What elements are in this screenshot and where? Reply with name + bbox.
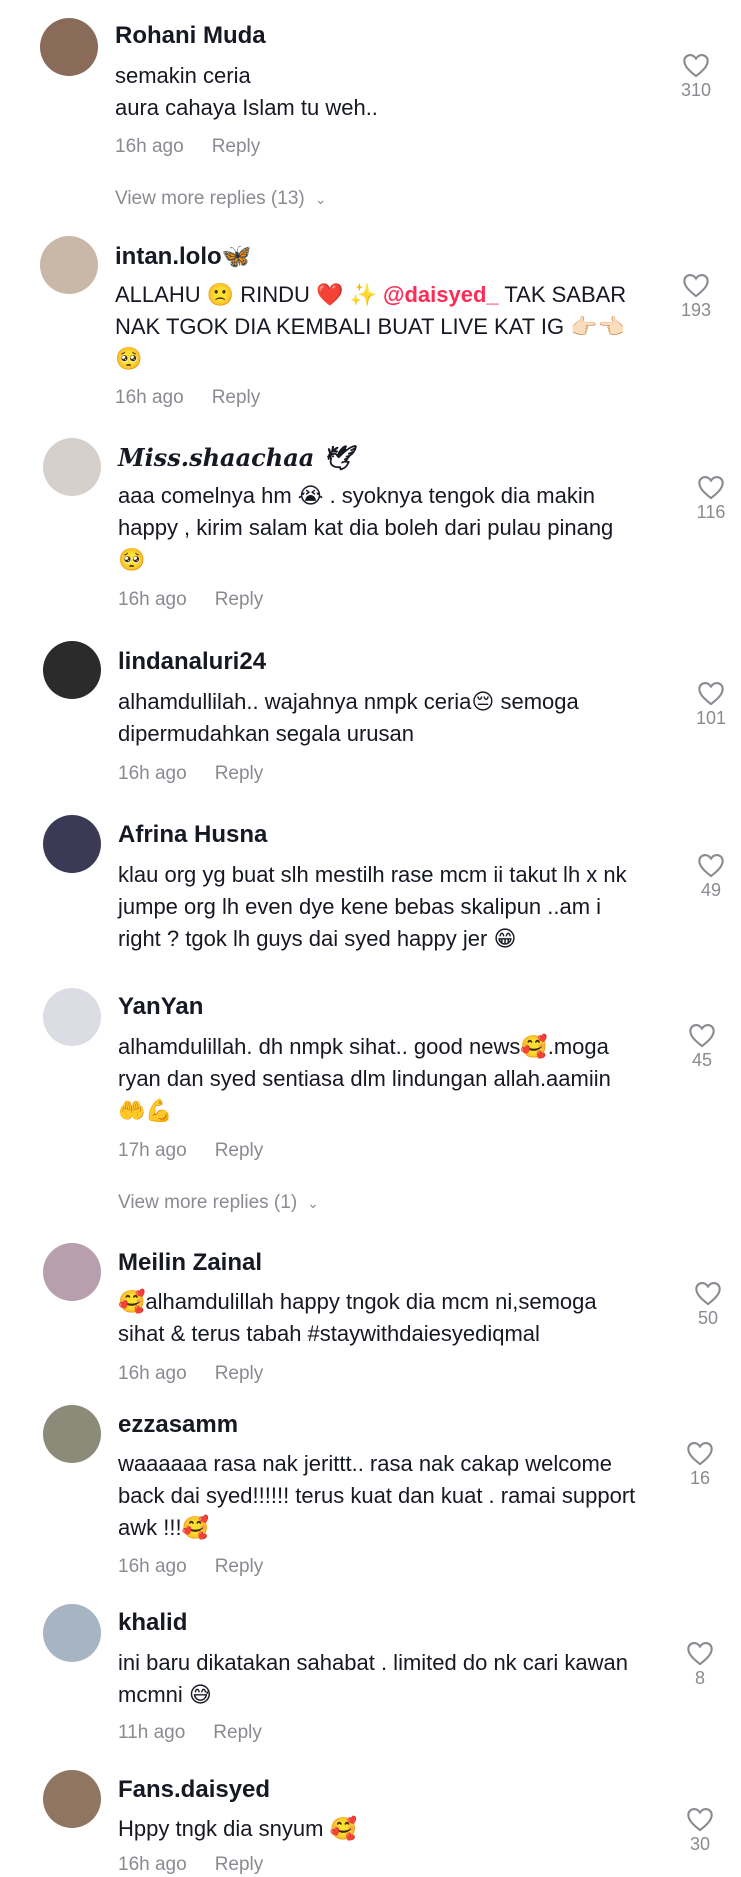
like-count: 8: [694, 1668, 705, 1688]
heart-icon: [687, 1808, 713, 1832]
reply-button[interactable]: Reply: [212, 136, 261, 157]
comment-meta: 16h ago Reply: [115, 136, 260, 158]
comment-text: aaa comelnya hm 😭 . syoknya tengok dia m…: [118, 483, 614, 572]
avatar[interactable]: [43, 1770, 101, 1828]
avatar[interactable]: [43, 1243, 101, 1301]
like-count: 310: [680, 80, 712, 100]
comment-text: Hppy tngk dia snyum 🥰: [118, 1816, 357, 1841]
reply-button[interactable]: Reply: [215, 1140, 264, 1161]
like-button[interactable]: 50: [688, 1280, 728, 1329]
comment-meta: 16h ago Reply: [118, 589, 263, 611]
comment-text: klau org yg buat slh mestilh rase mcm ii…: [118, 862, 627, 951]
like-count: 49: [700, 880, 722, 900]
heart-icon: [695, 1282, 721, 1306]
reply-button[interactable]: Reply: [215, 763, 264, 784]
avatar[interactable]: [43, 988, 101, 1046]
username[interactable]: ezzasamm: [118, 1411, 238, 1439]
timestamp: 16h ago: [118, 1854, 187, 1875]
username[interactable]: 𝑴𝒊𝒔𝒔.𝒔𝒉𝒂𝒂𝒄𝒉𝒂𝒂 🕊: [118, 443, 353, 472]
like-button[interactable]: 8: [680, 1640, 720, 1689]
like-count: 30: [689, 1834, 711, 1854]
username[interactable]: Rohani Muda: [115, 22, 266, 50]
comment-text: ALLAHU 🙁 RINDU ❤️ ✨ @daisyed_ TAK SABAR …: [115, 282, 627, 371]
like-button[interactable]: 16: [680, 1440, 720, 1489]
like-button[interactable]: 45: [682, 1022, 722, 1071]
timestamp: 17h ago: [118, 1140, 187, 1161]
view-more-replies[interactable]: View more replies (1) ⌄: [118, 1192, 319, 1214]
avatar[interactable]: [43, 1604, 101, 1662]
reply-button[interactable]: Reply: [215, 589, 264, 610]
username[interactable]: intan.lolo🦋: [115, 242, 252, 271]
like-button[interactable]: 49: [691, 852, 731, 901]
comment-meta: 11h ago Reply: [118, 1722, 262, 1744]
like-button[interactable]: 310: [676, 52, 716, 101]
like-button[interactable]: 193: [676, 272, 716, 321]
comment-meta: 16h ago Reply: [115, 387, 260, 409]
username[interactable]: YanYan: [118, 993, 203, 1021]
heart-icon: [683, 274, 709, 298]
comment-meta: 16h ago Reply: [118, 1556, 263, 1578]
timestamp: 16h ago: [118, 763, 187, 784]
chevron-down-icon: ⌄: [307, 1195, 319, 1211]
like-button[interactable]: 30: [680, 1806, 720, 1855]
timestamp: 11h ago: [118, 1722, 186, 1743]
like-count: 193: [680, 300, 712, 320]
heart-icon: [698, 476, 724, 500]
comment-text: alhamdullilah.. wajahnya nmpk ceria😔 sem…: [118, 689, 579, 746]
reply-button[interactable]: Reply: [213, 1722, 262, 1743]
avatar[interactable]: [43, 438, 101, 496]
timestamp: 16h ago: [118, 1556, 187, 1577]
like-count: 45: [691, 1050, 713, 1070]
username[interactable]: Afrina Husna: [118, 821, 267, 849]
username[interactable]: lindanaluri24: [118, 648, 266, 676]
reply-button[interactable]: Reply: [215, 1556, 264, 1577]
view-more-replies[interactable]: View more replies (13) ⌄: [115, 188, 326, 210]
avatar[interactable]: [40, 236, 98, 294]
reply-button[interactable]: Reply: [215, 1854, 264, 1875]
avatar[interactable]: [43, 1405, 101, 1463]
like-count: 50: [697, 1308, 719, 1328]
timestamp: 16h ago: [118, 1363, 187, 1384]
like-count: 116: [696, 502, 726, 522]
comment-text: semakin ceria aura cahaya Islam tu weh..: [115, 63, 378, 120]
mention-link[interactable]: @daisyed_: [383, 282, 499, 307]
reply-button[interactable]: Reply: [212, 387, 261, 408]
timestamp: 16h ago: [115, 136, 184, 157]
username[interactable]: Meilin Zainal: [118, 1249, 262, 1277]
heart-icon: [698, 854, 724, 878]
heart-icon: [698, 682, 724, 706]
comment-meta: 16h ago Reply: [118, 1363, 263, 1385]
comment-text: ini baru dikatakan sahabat . limited do …: [118, 1650, 628, 1707]
avatar[interactable]: [43, 641, 101, 699]
heart-icon: [683, 54, 709, 78]
like-count: 16: [689, 1468, 711, 1488]
comment-meta: 17h ago Reply: [118, 1140, 263, 1162]
chevron-down-icon: ⌄: [314, 191, 327, 207]
heart-icon: [689, 1024, 715, 1048]
like-button[interactable]: 116: [691, 474, 731, 523]
avatar[interactable]: [40, 18, 98, 76]
reply-button[interactable]: Reply: [215, 1363, 264, 1384]
comment-text: alhamdulillah. dh nmpk sihat.. good news…: [118, 1034, 611, 1123]
comment-text: waaaaaa rasa nak jerittt.. rasa nak caka…: [118, 1451, 636, 1540]
like-count: 101: [695, 708, 727, 728]
heart-icon: [687, 1442, 713, 1466]
username[interactable]: khalid: [118, 1609, 187, 1637]
username[interactable]: Fans.daisyed: [118, 1776, 270, 1804]
comment-meta: 16h ago Reply: [118, 1854, 263, 1876]
avatar[interactable]: [43, 815, 101, 873]
comment-meta: 16h ago Reply: [118, 763, 263, 785]
like-button[interactable]: 101: [691, 680, 731, 729]
timestamp: 16h ago: [115, 387, 184, 408]
heart-icon: [687, 1642, 713, 1666]
timestamp: 16h ago: [118, 589, 187, 610]
comment-text: 🥰alhamdulillah happy tngok dia mcm ni,se…: [118, 1289, 597, 1346]
